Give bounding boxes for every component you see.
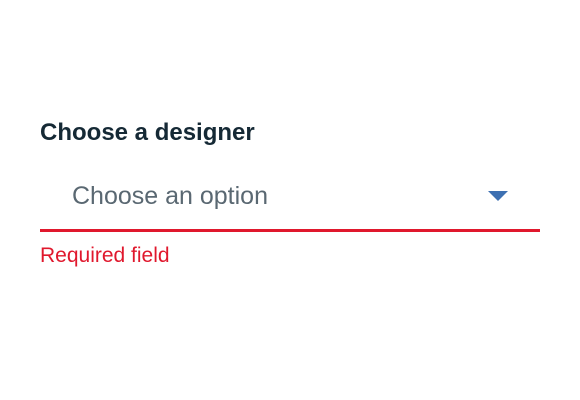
- chevron-down-icon[interactable]: [488, 191, 508, 201]
- designer-select-field: Choose a designer Choose an option Requi…: [40, 118, 540, 269]
- select-placeholder: Choose an option: [72, 182, 268, 210]
- field-label: Choose a designer: [40, 119, 255, 146]
- designer-select[interactable]: Choose an option: [40, 176, 540, 232]
- error-message: Required field: [40, 244, 170, 267]
